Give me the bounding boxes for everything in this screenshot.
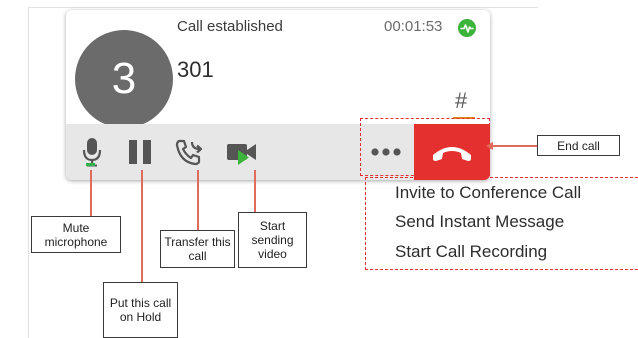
video-button[interactable]: [222, 124, 262, 180]
frame-border-top: [28, 7, 538, 8]
mute-annotation: Mute microphone: [31, 216, 121, 253]
end-call-arrowhead: [486, 142, 493, 150]
hold-connector: [141, 170, 143, 282]
video-annotation: Start sending video: [238, 212, 307, 268]
mute-button[interactable]: [72, 124, 112, 180]
avatar: 3: [75, 30, 173, 128]
transfer-annotation: Transfer this call: [160, 230, 235, 268]
pause-icon: [129, 140, 151, 164]
call-status: Call established: [177, 18, 283, 35]
hold-button[interactable]: [120, 124, 160, 180]
menu-item-send-message[interactable]: Send Instant Message: [395, 212, 564, 232]
callee-number: 301: [177, 57, 214, 82]
dialpad-button[interactable]: #: [455, 88, 467, 114]
more-highlight: [360, 118, 490, 176]
menu-item-start-recording[interactable]: Start Call Recording: [395, 242, 547, 262]
activity-icon: [458, 19, 476, 37]
video-camera-icon: [227, 144, 256, 165]
hold-annotation: Put this call on Hold: [103, 282, 178, 338]
video-connector: [254, 170, 256, 212]
transfer-button[interactable]: [170, 124, 210, 180]
transfer-connector: [197, 170, 199, 230]
phone-transfer-icon: [175, 139, 203, 166]
mute-connector: [90, 170, 92, 216]
end-call-connector: [490, 145, 537, 147]
end-call-annotation: End call: [537, 135, 620, 156]
menu-item-invite-conference[interactable]: Invite to Conference Call: [395, 183, 581, 203]
mute-status-indicator: [86, 163, 95, 166]
call-timer: 00:01:53: [384, 18, 443, 35]
frame-border-left: [28, 7, 29, 338]
